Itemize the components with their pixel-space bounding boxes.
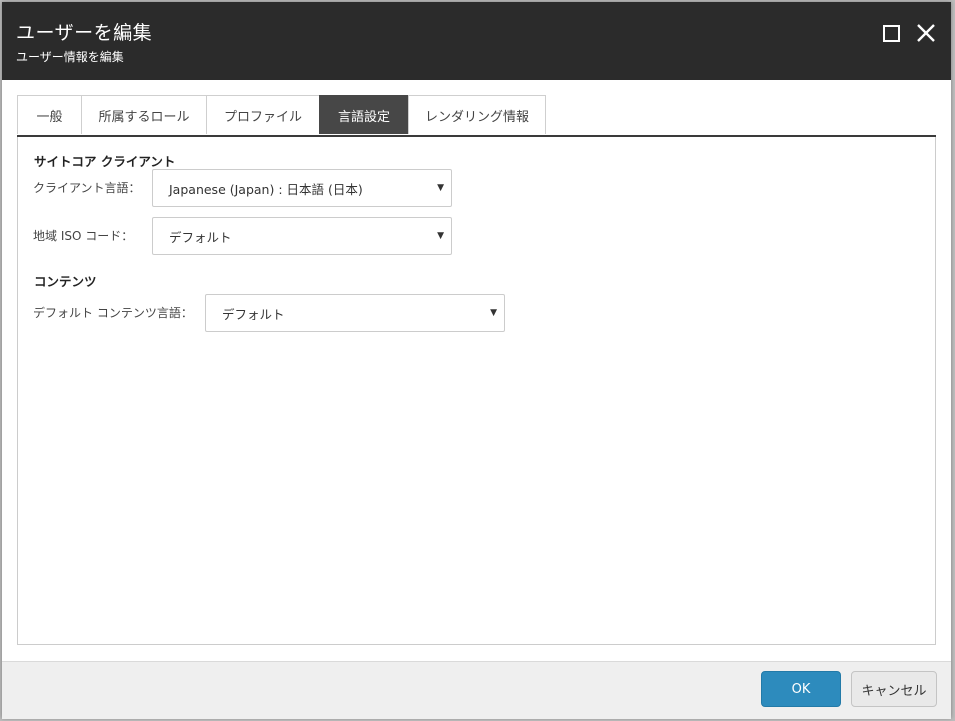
maximize-button[interactable] — [879, 21, 903, 45]
cancel-button[interactable]: キャンセル — [851, 671, 937, 707]
tab-bar: 一般 所属するロール プロファイル 言語設定 レンダリング情報 — [17, 95, 936, 137]
dialog-footer: OK キャンセル — [2, 661, 951, 719]
default-content-language-value: デフォルト — [222, 306, 285, 322]
dropdown-caret-icon: ▼ — [437, 231, 444, 241]
tab-general[interactable]: 一般 — [17, 95, 82, 134]
section-title-client: サイトコア クライアント — [34, 154, 176, 169]
edit-user-dialog: ユーザーを編集 ユーザー情報を編集 一般 所属するロール プロファイル 言語設定… — [2, 2, 951, 719]
ok-button[interactable]: OK — [761, 671, 841, 707]
dialog-titlebar: ユーザーを編集 ユーザー情報を編集 — [2, 2, 951, 80]
dialog-title: ユーザーを編集 — [16, 22, 153, 44]
client-language-label: クライアント言語： — [33, 181, 141, 195]
default-content-language-select[interactable]: デフォルト ▼ — [205, 294, 505, 332]
dropdown-caret-icon: ▼ — [490, 308, 497, 318]
tab-profile[interactable]: プロファイル — [206, 95, 320, 134]
tab-language-settings[interactable]: 言語設定 — [319, 95, 409, 134]
tab-roles[interactable]: 所属するロール — [81, 95, 207, 134]
region-iso-value: デフォルト — [169, 229, 232, 245]
close-button[interactable] — [914, 21, 938, 45]
default-content-language-label: デフォルト コンテンツ言語： — [33, 306, 193, 320]
region-iso-select[interactable]: デフォルト ▼ — [152, 217, 452, 255]
close-icon — [917, 24, 935, 42]
section-title-content: コンテンツ — [34, 274, 97, 289]
tab-content-panel: サイトコア クライアント クライアント言語： Japanese (Japan) … — [17, 137, 936, 645]
client-language-select[interactable]: Japanese (Japan) : 日本語 (日本) ▼ — [152, 169, 452, 207]
dropdown-caret-icon: ▼ — [437, 183, 444, 193]
dialog-subtitle: ユーザー情報を編集 — [16, 50, 124, 64]
region-iso-label: 地域 ISO コード： — [33, 229, 134, 243]
tab-rendering-info[interactable]: レンダリング情報 — [408, 95, 546, 134]
client-language-value: Japanese (Japan) : 日本語 (日本) — [169, 181, 363, 197]
maximize-icon — [883, 25, 900, 42]
